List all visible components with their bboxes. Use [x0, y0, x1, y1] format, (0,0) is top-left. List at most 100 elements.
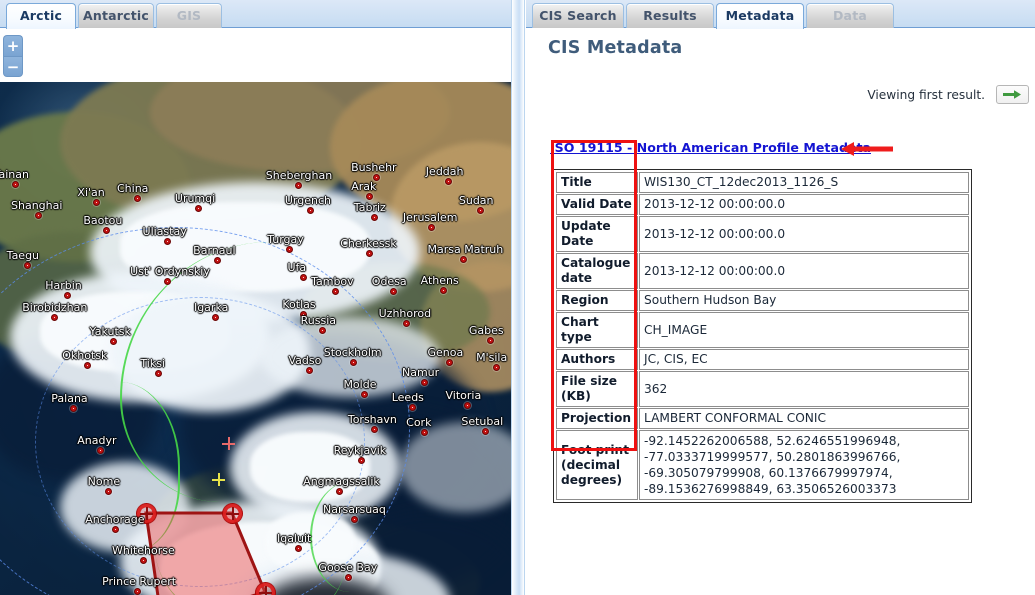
city-dot-icon: [84, 362, 91, 369]
metadata-value-cell: 2013-12-12 00:00:00.0: [639, 253, 969, 289]
city-dot-icon: [35, 212, 42, 219]
city-dot-icon: [409, 404, 416, 411]
selection-handle[interactable]: [222, 503, 243, 524]
city-dot-icon: [295, 182, 302, 189]
metadata-key-cell: Region: [556, 290, 638, 311]
city-dot-icon: [155, 370, 162, 377]
city-label: Stockholm: [323, 346, 382, 359]
city-label: Harbin: [45, 279, 82, 292]
city-label: Igarka: [193, 301, 229, 314]
tab-cis-search[interactable]: CIS Search: [532, 3, 624, 28]
panel-splitter[interactable]: [511, 0, 525, 595]
city-dot-icon: [140, 557, 147, 564]
result-navigation: Viewing first result.: [867, 85, 1029, 104]
city-label: Arak: [351, 180, 377, 193]
city-dot-icon: [428, 224, 435, 231]
city-dot-icon: [361, 391, 368, 398]
city-dot-icon: [358, 457, 365, 464]
city-dot-icon: [464, 402, 471, 409]
map-crosshair-marker: [212, 473, 225, 486]
city-dot-icon: [477, 207, 484, 214]
map-viewport[interactable]: + − ainan Shanghai Taegu Harbin Birobidz…: [0, 28, 511, 595]
table-row: Title WIS130_CT_12dec2013_1126_S: [556, 172, 969, 193]
table-row: Chart type CH_IMAGE: [556, 312, 969, 348]
city-label: Tabriz: [353, 201, 386, 214]
tab-arctic[interactable]: Arctic: [6, 3, 76, 29]
metadata-panel: CIS Search Results Metadata Data CIS Met…: [526, 0, 1035, 595]
city-dot-icon: [403, 320, 410, 327]
page-title: CIS Metadata: [548, 38, 683, 58]
city-label: Tainan: [0, 168, 30, 181]
city-label: China: [117, 182, 149, 195]
table-row: File size (KB) 362: [556, 371, 969, 407]
city-label: Torshavn: [347, 413, 397, 426]
city-dot-icon: [366, 250, 373, 257]
table-row: Valid Date 2013-12-12 00:00:00.0: [556, 194, 969, 215]
metadata-value-cell: WIS130_CT_12dec2013_1126_S: [639, 172, 969, 193]
city-label: Kotlas: [282, 298, 316, 311]
city-label: Odesa: [371, 275, 407, 288]
tab-data: Data: [806, 3, 894, 28]
city-dot-icon: [212, 314, 219, 321]
map-panel: Arctic Antarctic GIS + − ainan Shanghai …: [0, 0, 511, 595]
city-label: Molde: [343, 378, 377, 391]
city-dot-icon: [164, 238, 171, 245]
city-dot-icon: [345, 574, 352, 581]
city-dot-icon: [286, 246, 293, 253]
city-dot-icon: [70, 405, 77, 412]
city-dot-icon: [371, 214, 378, 221]
metadata-value-cell: LAMBERT CONFORMAL CONIC: [639, 408, 969, 429]
city-label: Okhotsk: [62, 349, 108, 362]
city-dot-icon: [482, 428, 489, 435]
city-dot-icon: [332, 288, 339, 295]
city-label: Palana: [51, 392, 88, 405]
city-dot-icon: [445, 178, 452, 185]
city-dot-icon: [103, 227, 110, 234]
city-label: Shanghai: [11, 199, 63, 212]
metadata-key-cell: Foot print (decimal degrees): [556, 430, 638, 500]
map-tabstrip: Arctic Antarctic GIS: [0, 0, 511, 29]
tab-results[interactable]: Results: [626, 3, 714, 28]
city-label: Jeddah: [425, 165, 464, 178]
city-dot-icon: [307, 207, 314, 214]
city-dot-icon: [164, 278, 171, 285]
city-dot-icon: [493, 364, 500, 371]
table-row: Projection LAMBERT CONFORMAL CONIC: [556, 408, 969, 429]
city-dot-icon: [421, 429, 428, 436]
table-row: Catalogue date 2013-12-12 00:00:00.0: [556, 253, 969, 289]
table-row: Region Southern Hudson Bay: [556, 290, 969, 311]
iso-metadata-link[interactable]: ISO 19115 - North American Profile Metad…: [550, 140, 871, 155]
city-label: Anadyr: [77, 434, 117, 447]
city-label: Bushehr: [351, 161, 397, 174]
city-dot-icon: [440, 287, 447, 294]
city-label: Whitehorse: [112, 544, 175, 557]
city-dot-icon: [487, 337, 494, 344]
zoom-out-button[interactable]: −: [3, 56, 23, 77]
city-label: Sudan: [458, 194, 494, 207]
city-label: M'sila: [476, 351, 508, 364]
city-label: Barnaul: [193, 244, 236, 257]
city-dot-icon: [134, 588, 141, 595]
city-dot-icon: [350, 359, 357, 366]
city-label: Vitoria: [445, 389, 482, 402]
tab-metadata[interactable]: Metadata: [716, 3, 804, 29]
city-dot-icon: [105, 488, 112, 495]
city-dot-icon: [195, 205, 202, 212]
next-result-button[interactable]: [996, 85, 1029, 104]
city-label: Athens: [420, 274, 459, 287]
city-dot-icon: [110, 338, 117, 345]
city-dot-icon: [214, 257, 221, 264]
city-dot-icon: [112, 526, 119, 533]
table-row: Foot print (decimal degrees) -92.14522620…: [556, 430, 969, 500]
city-label: Yakutsk: [89, 325, 131, 338]
zoom-in-button[interactable]: +: [3, 35, 23, 56]
city-label: Jerusalem: [402, 211, 458, 224]
tab-antarctic[interactable]: Antarctic: [78, 3, 154, 28]
content-tabstrip: CIS Search Results Metadata Data: [526, 0, 1035, 29]
viewing-status-text: Viewing first result.: [867, 87, 985, 102]
city-label: Anchorage: [85, 513, 145, 526]
map-tile-layer[interactable]: Tainan Shanghai Taegu Harbin Birobidzhan Xi'a…: [0, 82, 511, 595]
city-dot-icon: [295, 545, 302, 552]
metadata-value-cell: 362: [639, 371, 969, 407]
city-label: Cherkessk: [340, 237, 397, 250]
